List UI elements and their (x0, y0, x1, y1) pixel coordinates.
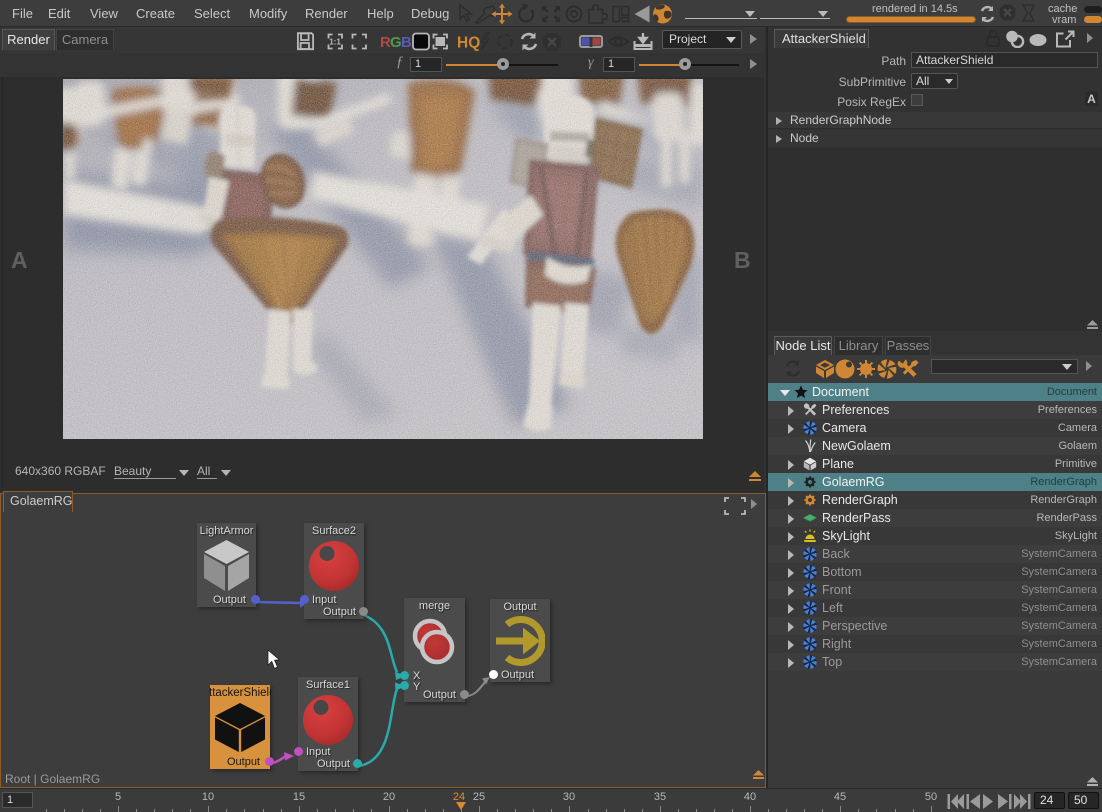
svg-text:HQ: HQ (457, 35, 480, 52)
svg-text:B: B (401, 34, 412, 51)
svg-text:1:1: 1:1 (329, 38, 341, 47)
svg-text:G: G (390, 34, 402, 51)
